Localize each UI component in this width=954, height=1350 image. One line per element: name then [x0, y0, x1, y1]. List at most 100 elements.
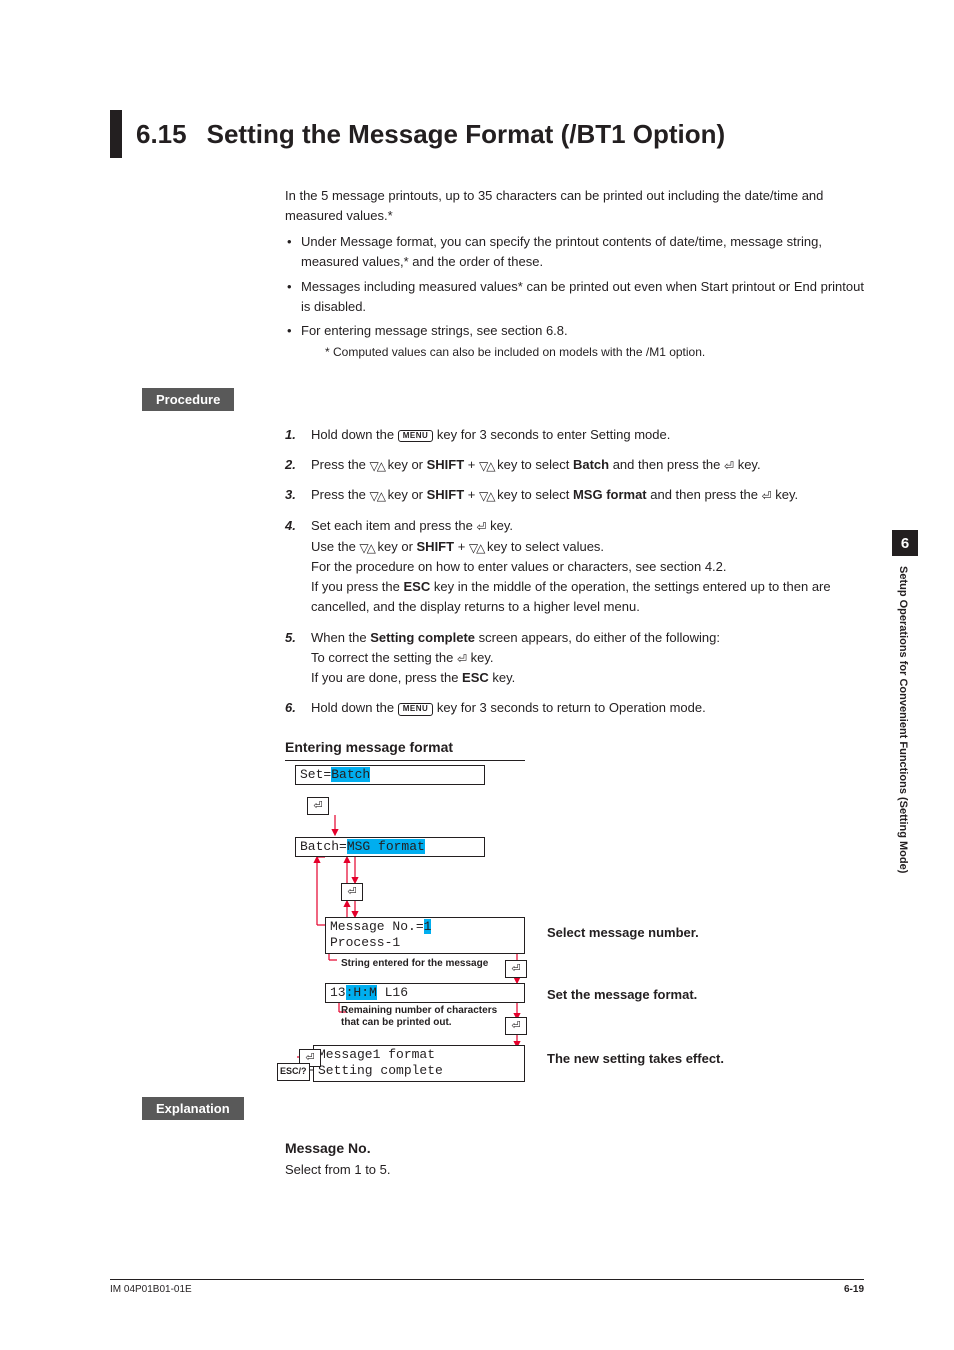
menu-key-icon: MENU [398, 703, 434, 715]
lcd-setting-complete: Message1 formatSetting complete [313, 1045, 525, 1082]
step-1: Hold down the MENU key for 3 seconds to … [285, 425, 864, 445]
caption-select-message: Select message number. [547, 923, 699, 943]
step-text: Hold down the [311, 700, 398, 715]
step-text: key for 3 seconds to return to Operation… [433, 700, 705, 715]
enter-icon: ⏎ [476, 518, 486, 537]
esc-key: ESC [404, 579, 431, 594]
lcd-text: Process-1 [330, 935, 400, 950]
step-text: key. [487, 518, 514, 533]
section-title: Setting the Message Format (/BT1 Option) [207, 119, 726, 150]
bullet-item: Under Message format, you can specify th… [285, 232, 864, 272]
step-text: Hold down the [311, 427, 398, 442]
remaining-chars-label: Remaining number of characters that can … [341, 1005, 511, 1029]
setting-complete-text: Setting complete [370, 630, 475, 645]
updown-icon: ▽△ [469, 539, 483, 558]
explanation-text: Select from 1 to 5. [285, 1160, 864, 1180]
step-3: Press the ▽△ key or SHIFT + ▽△ key to se… [285, 485, 864, 506]
footnote: * Computed values can also be included o… [325, 343, 864, 362]
chapter-title-vertical: Setup Operations for Convenient Function… [897, 566, 909, 873]
step-text: key to select values. [483, 539, 604, 554]
footer-doc-id: IM 04P01B01-01E [110, 1284, 192, 1295]
chapter-number-tab: 6 [892, 530, 918, 556]
step-text: To correct the setting the [311, 650, 457, 665]
intro-paragraph: In the 5 message printouts, up to 35 cha… [285, 186, 864, 226]
shift-key: SHIFT [427, 457, 465, 472]
updown-icon: ▽△ [479, 457, 493, 476]
step-text: key. [467, 650, 494, 665]
steps-list: Hold down the MENU key for 3 seconds to … [285, 425, 864, 719]
lcd-text: Batch= [300, 839, 347, 854]
updown-icon: ▽△ [370, 487, 384, 506]
step-5: When the Setting complete screen appears… [285, 628, 864, 689]
step-text: Use the [311, 539, 359, 554]
title-bar [110, 110, 122, 158]
lcd-highlight: 1 [424, 919, 432, 934]
step-text: and then press the [647, 487, 762, 502]
procedure-body: Hold down the MENU key for 3 seconds to … [285, 425, 864, 1076]
step-text: key or [384, 487, 427, 502]
lcd-text: Setting complete [318, 1063, 443, 1078]
step-text: Set each item and press the [311, 518, 476, 533]
caption-set-format: Set the message format. [547, 985, 697, 1005]
esc-key: ESC [462, 670, 489, 685]
enter-icon: ⏎ [762, 487, 772, 506]
step-text: key. [734, 457, 761, 472]
step-text: key to select [493, 457, 572, 472]
section-title-row: 6.15 Setting the Message Format (/BT1 Op… [110, 110, 864, 158]
enter-icon: ⏎ [505, 960, 527, 978]
lcd-highlight: H:M [353, 985, 376, 1000]
batch-text: Batch [573, 457, 609, 472]
enter-icon: ⏎ [307, 797, 329, 815]
lcd-format: 13:H:M L16 [325, 983, 525, 1003]
step-text: key or [374, 539, 417, 554]
step-text: + [464, 457, 479, 472]
step-text: key for 3 seconds to enter Setting mode. [433, 427, 670, 442]
step-text: Press the [311, 457, 370, 472]
intro-body: In the 5 message printouts, up to 35 cha… [285, 186, 864, 362]
step-text: + [464, 487, 479, 502]
step-text: If you are done, press the [311, 670, 462, 685]
step-text: For the procedure on how to enter values… [311, 559, 727, 574]
step-text: key. [489, 670, 516, 685]
bullet-text: For entering message strings, see sectio… [301, 323, 568, 338]
entering-heading: Entering message format [285, 737, 525, 762]
enter-icon: ⏎ [457, 650, 467, 669]
lcd-text: Set= [300, 767, 331, 782]
step-text: key or [384, 457, 427, 472]
step-text: + [454, 539, 469, 554]
esc-key-label: ESC/? [277, 1063, 310, 1081]
step-text: If you press the [311, 579, 404, 594]
bullet-item: For entering message strings, see sectio… [285, 321, 864, 362]
lcd-set-batch: Set=Batch [295, 765, 485, 785]
string-entered-label: String entered for the message [341, 958, 511, 970]
lcd-highlight: MSG format [347, 839, 425, 854]
shift-key: SHIFT [427, 487, 465, 502]
lcd-text: 13 [330, 985, 346, 1000]
caption-takes-effect: The new setting takes effect. [547, 1049, 724, 1069]
msg-format-text: MSG format [573, 487, 647, 502]
enter-icon: ⏎ [505, 1017, 527, 1035]
shift-key: SHIFT [417, 539, 455, 554]
menu-key-icon: MENU [398, 430, 434, 442]
footer-page-number: 6-19 [844, 1284, 864, 1295]
step-4: Set each item and press the ⏎ key. Use t… [285, 516, 864, 618]
updown-icon: ▽△ [359, 539, 373, 558]
step-text: and then press the [609, 457, 724, 472]
lcd-highlight: Batch [331, 767, 370, 782]
enter-icon: ⏎ [724, 457, 734, 476]
lcd-text: Message1 format [318, 1047, 435, 1062]
updown-icon: ▽△ [370, 457, 384, 476]
bullet-item: Messages including measured values* can … [285, 277, 864, 317]
lcd-text: L16 [377, 985, 408, 1000]
intro-bullets: Under Message format, you can specify th… [285, 232, 864, 361]
lcd-text: Message No.= [330, 919, 424, 934]
flow-diagram: Set=Batch ⏎ Batch=MSG format ⏎ Message N… [285, 765, 845, 1075]
step-2: Press the ▽△ key or SHIFT + ▽△ key to se… [285, 455, 864, 476]
step-text: key to select [493, 487, 572, 502]
lcd-batch-msg: Batch=MSG format [295, 837, 485, 857]
step-text: screen appears, do either of the followi… [475, 630, 720, 645]
lcd-message-no: Message No.=1 Process-1 [325, 917, 525, 954]
explanation-heading: Message No. [285, 1138, 864, 1160]
step-6: Hold down the MENU key for 3 seconds to … [285, 698, 864, 718]
updown-icon: ▽△ [479, 487, 493, 506]
